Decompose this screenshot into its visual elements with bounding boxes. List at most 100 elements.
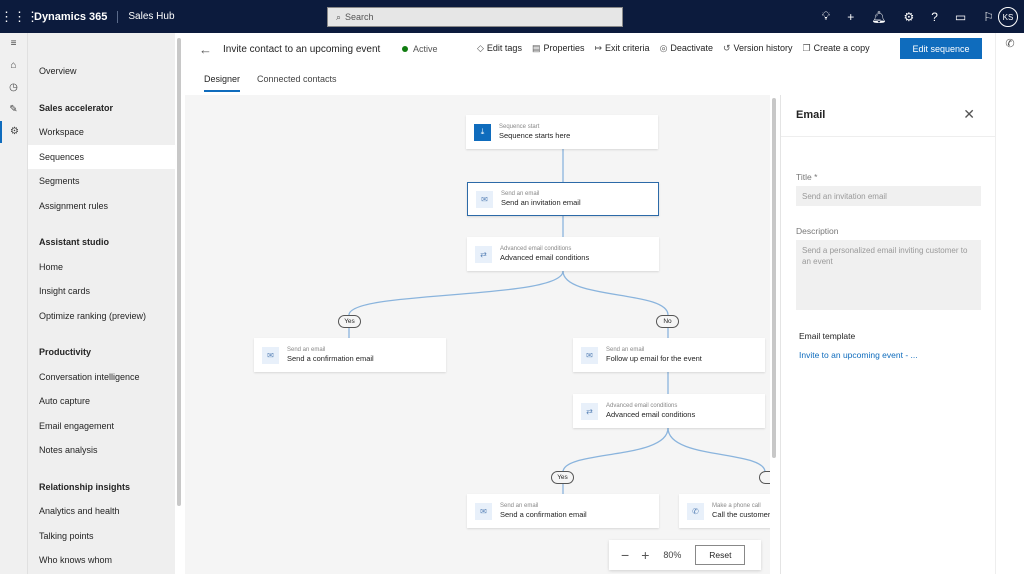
lightbulb-icon[interactable]: 💡︎ <box>822 9 830 24</box>
document-icon: ▤ <box>531 43 541 53</box>
recent-icon[interactable]: ◷ <box>0 77 27 99</box>
tab-designer[interactable]: Designer <box>204 74 241 92</box>
sidebar-item[interactable]: Segments <box>28 169 175 194</box>
connector <box>562 427 669 494</box>
panel-title: Email <box>796 109 826 121</box>
deactivate-label: Deactivate <box>670 43 713 53</box>
brand[interactable]: Dynamics 365 <box>28 10 119 23</box>
edit-sequence-button[interactable]: Edit sequence <box>900 38 982 59</box>
deactivate-icon: ◎ <box>659 43 668 53</box>
step-icon: ✉ <box>581 346 598 364</box>
sidebar-item[interactable]: Talking points <box>28 524 175 549</box>
step-name: Advanced email conditions <box>606 410 696 419</box>
tab-connected-contacts[interactable]: Connected contacts <box>257 74 337 84</box>
edit-tags-label: Edit tags <box>486 43 522 53</box>
sequence-step-node[interactable]: ⇄ Advanced email conditions Advanced email… <box>573 394 765 428</box>
sidebar-item[interactable]: Email engagement <box>28 414 175 439</box>
description-input[interactable]: Send a personalized email inviting custo… <box>796 240 981 310</box>
properties-button[interactable]: ▤ Properties <box>532 43 585 54</box>
reset-button[interactable]: Reset <box>695 545 746 565</box>
sidebar-item[interactable]: Sequences <box>28 144 175 169</box>
pin-icon[interactable]: ✎ <box>0 99 27 121</box>
deactivate-button[interactable]: ◎ Deactivate <box>660 43 713 54</box>
exit-icon: ↦ <box>594 43 603 53</box>
sidebar-item[interactable]: Optimize ranking (preview) <box>28 304 175 329</box>
step-type: Send an email <box>606 347 645 353</box>
sequence-step-node[interactable]: ⤓ Sequence start Sequence starts here <box>466 115 658 149</box>
plus-icon[interactable]: + <box>847 10 854 24</box>
zoom-level: 80% <box>663 550 682 560</box>
step-name: Sequence starts here <box>499 131 571 140</box>
assist-icon[interactable]: ⚐ <box>983 10 994 24</box>
email-template-label: Email template <box>799 331 856 341</box>
icon-rail: ≡ ⌂ ◷ ✎ ⚙ <box>0 33 28 574</box>
sequence-step-node[interactable]: ✆ Make a phone call Call the customer t <box>679 494 770 528</box>
branch-yes[interactable]: Yes <box>551 471 574 484</box>
sidebar-item[interactable]: Workspace <box>28 120 175 145</box>
title-input[interactable]: Send an invitation email <box>796 186 981 206</box>
zoom-controls: − + 80% Reset <box>609 540 761 570</box>
exit-criteria-button[interactable]: ↦ Exit criteria <box>595 43 650 54</box>
search-icon: ⌕ <box>336 11 342 22</box>
sidebar-item[interactable]: Overview <box>28 59 175 84</box>
sidebar-item[interactable]: Auto capture <box>28 389 175 414</box>
sequence-step-node[interactable]: ✉ Send an email Send a confirmation email <box>254 338 446 372</box>
app-name[interactable]: Sales Hub <box>118 11 174 22</box>
search-placeholder: Search <box>345 12 374 22</box>
help-icon[interactable]: ? <box>931 10 938 24</box>
step-icon: ✆ <box>687 502 704 520</box>
step-icon: ⇄ <box>475 245 492 263</box>
step-name: Call the customer t <box>712 510 770 519</box>
page-title: Invite contact to an upcoming event <box>223 44 381 55</box>
avatar[interactable]: KS <box>998 7 1018 27</box>
branch-no[interactable] <box>759 471 770 484</box>
sidebar-item[interactable]: Insight cards <box>28 279 175 304</box>
branch-no[interactable]: No <box>656 315 679 328</box>
edit-tags-button[interactable]: ◇ Edit tags <box>477 43 522 54</box>
step-type: Send an email <box>287 347 326 353</box>
chat-icon[interactable]: ▭ <box>955 10 966 24</box>
canvas-scrollbar[interactable] <box>772 98 776 458</box>
version-history-button[interactable]: ↺ Version history <box>723 43 793 54</box>
copy-icon: ❐ <box>802 43 811 53</box>
connector <box>667 427 766 473</box>
gear-icon[interactable]: ⚙ <box>903 10 914 24</box>
step-name: Send a confirmation email <box>500 510 587 519</box>
search-input[interactable]: ⌕ Search <box>327 7 623 27</box>
bell-icon[interactable]: 🔔︎ <box>871 10 886 24</box>
sidebar-item[interactable]: Conversation intelligence <box>28 365 175 390</box>
app-launcher-icon[interactable]: ⋮⋮⋮ <box>0 9 39 25</box>
home-icon[interactable]: ⌂ <box>0 55 27 77</box>
title-label: Title * <box>796 172 818 182</box>
zoom-out-button[interactable]: − <box>621 547 629 563</box>
step-type: Send an email <box>501 191 540 197</box>
create-copy-button[interactable]: ❐ Create a copy <box>803 43 870 54</box>
sequence-step-node[interactable]: ✉ Send an email Follow up email for the ev… <box>573 338 765 372</box>
exit-criteria-label: Exit criteria <box>605 43 650 53</box>
sidebar-item[interactable]: Who knows whom <box>28 548 175 573</box>
menu-icon[interactable]: ≡ <box>0 33 27 55</box>
phone-icon[interactable]: ✆ <box>1005 38 1014 50</box>
sequence-step-node[interactable]: ⇄ Advanced email conditions Advanced email… <box>467 237 659 271</box>
create-copy-label: Create a copy <box>813 43 870 53</box>
sidebar-item[interactable]: Home <box>28 255 175 280</box>
sidebar-item[interactable]: Analytics and health <box>28 499 175 524</box>
designer-canvas[interactable]: ⤓ Sequence start Sequence starts here ✉ Send… <box>185 95 770 574</box>
version-history-label: Version history <box>733 43 793 53</box>
back-arrow-icon[interactable]: ← <box>199 42 212 57</box>
close-icon[interactable]: ✕ <box>963 106 975 123</box>
sidebar-scrollbar[interactable] <box>177 38 181 506</box>
tag-icon: ◇ <box>477 43 484 53</box>
status-badge: Active <box>402 44 438 54</box>
sequence-step-node[interactable]: ✉ Send an email Send an invitation email <box>467 182 659 216</box>
sales-accelerator-icon[interactable]: ⚙ <box>0 121 27 143</box>
step-type: Advanced email conditions <box>500 246 572 252</box>
branch-yes[interactable]: Yes <box>338 315 361 328</box>
zoom-in-button[interactable]: + <box>641 547 649 563</box>
step-icon: ✉ <box>262 346 279 364</box>
sidebar-item[interactable]: Assignment rules <box>28 194 175 219</box>
sequence-step-node[interactable]: ✉ Send an email Send a confirmation email <box>467 494 659 528</box>
email-template-link[interactable]: Invite to an upcoming event - ... <box>799 350 918 360</box>
history-icon: ↺ <box>722 43 731 53</box>
sidebar-item[interactable]: Notes analysis <box>28 438 175 463</box>
